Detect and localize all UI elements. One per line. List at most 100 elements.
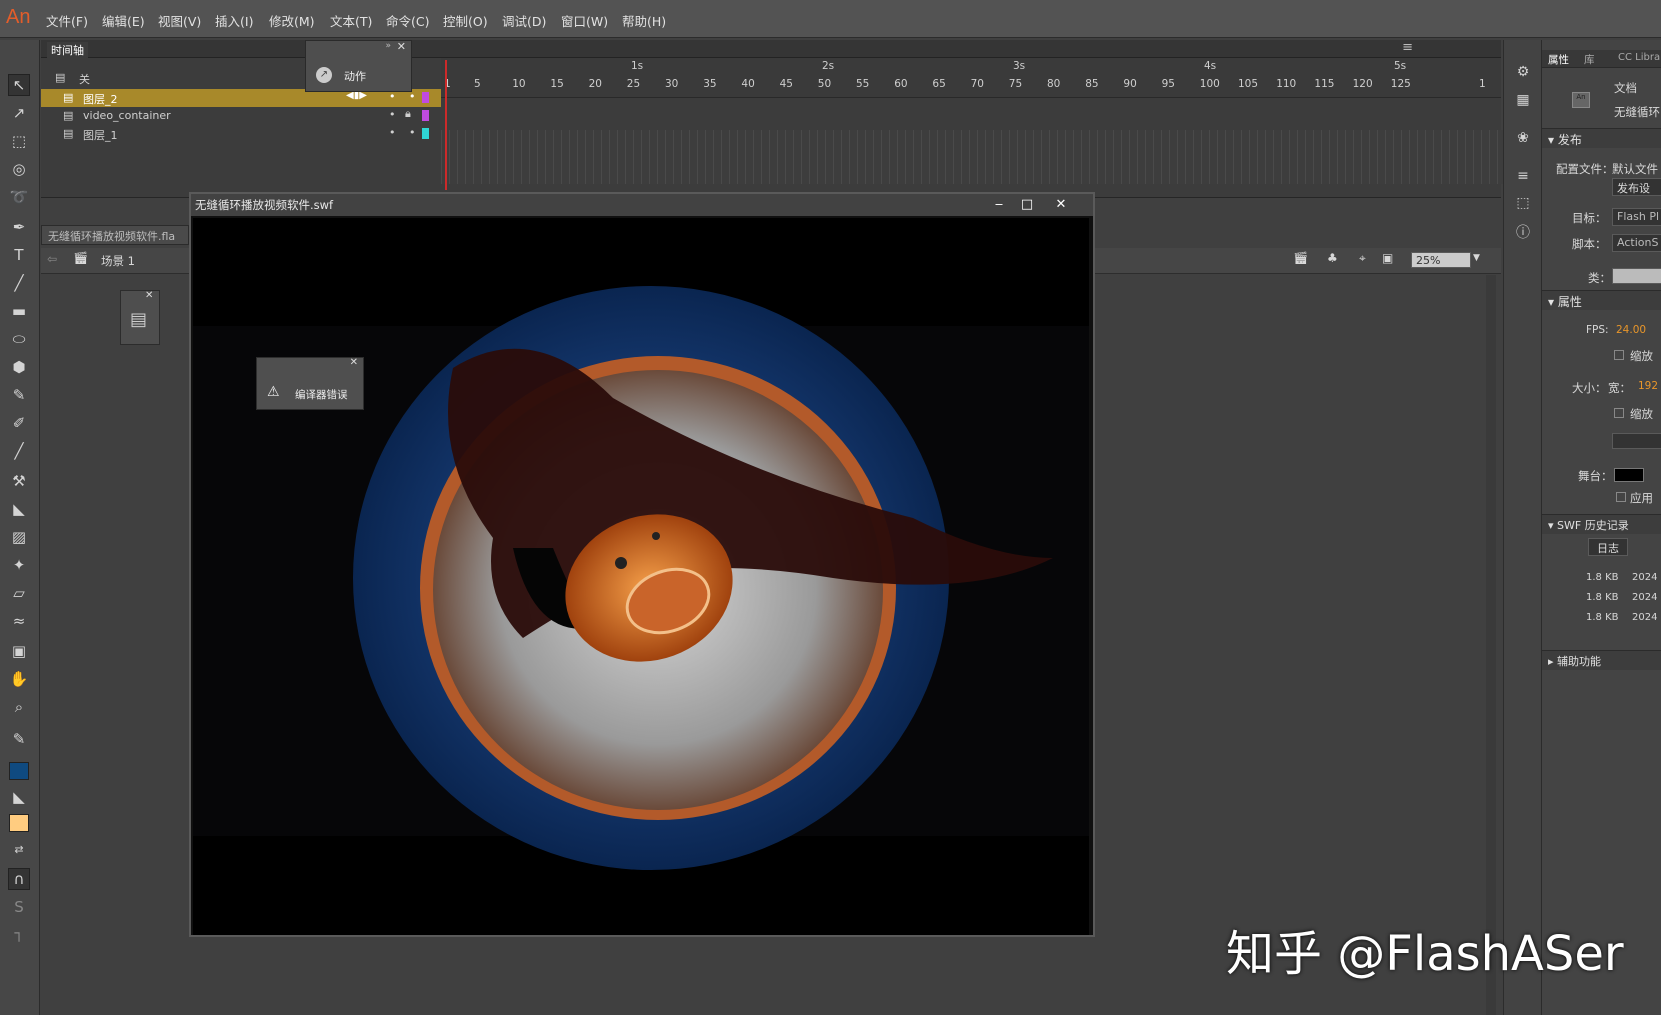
layer-row[interactable]: ▤ 图层_1 • • xyxy=(41,125,441,143)
info-icon[interactable]: ⓘ xyxy=(1513,222,1533,242)
actions-icon[interactable]: ↗ xyxy=(316,67,332,83)
selection-tool-icon[interactable]: ↖ xyxy=(8,74,30,96)
straighten-icon: ┐ xyxy=(14,924,24,942)
motion-presets-icon[interactable]: ⚙ xyxy=(1513,64,1533,84)
hand-tool-icon[interactable]: ✋ xyxy=(8,668,30,690)
tab-library[interactable]: 库 xyxy=(1584,52,1595,67)
vertical-scrollbar[interactable] xyxy=(1486,275,1496,1015)
eraser-tool-icon[interactable]: ▱ xyxy=(8,582,30,604)
visibility-dot-icon[interactable]: • xyxy=(389,126,396,139)
close-icon[interactable]: ✕ xyxy=(145,290,153,301)
menu-insert[interactable]: 插入(I) xyxy=(215,11,253,30)
properties-section-header[interactable]: ▾ 属性 xyxy=(1542,290,1661,310)
bone-tool-icon[interactable]: ⚒ xyxy=(8,470,30,492)
swf-history-section-header[interactable]: ▾ SWF 历史记录 xyxy=(1542,514,1661,534)
frame-grid[interactable] xyxy=(441,130,1521,184)
scale-dropdown[interactable] xyxy=(1612,433,1661,449)
window-titlebar[interactable]: 无缝循环播放视频软件.swf ‒ □ ✕ xyxy=(191,194,1093,216)
menu-commands[interactable]: 命令(C) xyxy=(386,11,429,30)
tab-properties[interactable]: 属性 xyxy=(1548,52,1569,67)
layer-color-swatch[interactable] xyxy=(422,128,429,139)
oval-tool-icon[interactable]: ⬭ xyxy=(8,328,30,350)
center-stage-icon[interactable]: ⌖ xyxy=(1359,251,1366,266)
menu-help[interactable]: 帮助(H) xyxy=(622,11,666,30)
apply-checkbox[interactable] xyxy=(1616,492,1626,502)
panel-menu-icon[interactable]: ≡ xyxy=(1402,40,1413,55)
3d-rotation-tool-icon[interactable]: ◎ xyxy=(8,158,30,180)
subselection-tool-icon[interactable]: ↗ xyxy=(8,102,30,124)
lock-dot-icon[interactable]: • xyxy=(409,126,416,139)
line-tool-icon[interactable]: ╱ xyxy=(8,272,30,294)
output-icon[interactable]: ▤ xyxy=(130,309,147,330)
menu-debug[interactable]: 调试(D) xyxy=(502,11,546,30)
actions-label[interactable]: 动作 xyxy=(344,68,366,84)
compiler-errors-label[interactable]: 编译器错误 xyxy=(295,387,348,402)
maximize-icon[interactable]: □ xyxy=(1013,195,1041,215)
pen-tool-icon[interactable]: ✒ xyxy=(8,216,30,238)
accessibility-section-header[interactable]: ▸ 辅助功能 xyxy=(1542,650,1661,670)
paint-bucket-tool-icon[interactable]: ◣ xyxy=(8,498,30,520)
menu-text[interactable]: 文本(T) xyxy=(330,11,372,30)
scale-checkbox[interactable] xyxy=(1614,350,1624,360)
log-button[interactable]: 日志 xyxy=(1588,538,1628,556)
timeline-tab[interactable]: 时间轴 xyxy=(47,42,88,58)
class-input[interactable] xyxy=(1612,268,1661,284)
timeline-ruler[interactable]: 1s 2s 3s 4s 5s 1 5 10 15 20 25 30 35 40 45 50 55 60 6… xyxy=(441,58,1501,98)
document-tab[interactable]: 无缝循环播放视频软件.fla xyxy=(41,225,189,245)
tab-cc-libraries[interactable]: CC Librar xyxy=(1618,52,1661,63)
width-value[interactable]: 192 xyxy=(1638,380,1658,392)
fps-value[interactable]: 24.00 xyxy=(1616,324,1646,336)
close-icon[interactable]: ✕ xyxy=(350,357,358,368)
back-arrow-icon[interactable]: ⇦ xyxy=(47,252,57,266)
pencil-tool-icon[interactable]: ✎ xyxy=(8,384,30,406)
clip-stage-icon[interactable]: ▣ xyxy=(1382,251,1393,265)
layer-row[interactable]: ▤ video_container • 🔒︎ xyxy=(41,107,441,125)
eyedropper-tool-icon[interactable]: ✦ xyxy=(8,554,30,576)
zoom-tool-icon[interactable]: ⌕ xyxy=(8,696,30,718)
stage-color-swatch[interactable] xyxy=(1614,468,1644,482)
edit-scene-icon[interactable]: 🎬︎ xyxy=(1293,251,1308,265)
edit-symbol-icon[interactable]: ♣ xyxy=(1327,251,1338,265)
publish-settings-button[interactable]: 发布设 xyxy=(1612,178,1661,196)
width-tool-icon[interactable]: ≈ xyxy=(8,610,30,632)
paint-brush-tool-icon[interactable]: ╱ xyxy=(8,440,30,462)
layer-color-swatch[interactable] xyxy=(422,110,429,121)
ink-bottle-tool-icon[interactable]: ▨ xyxy=(8,526,30,548)
fill-color-swatch[interactable] xyxy=(9,814,29,832)
menu-view[interactable]: 视图(V) xyxy=(158,11,201,30)
lock-icon[interactable]: 🔒︎ xyxy=(405,107,411,121)
free-transform-tool-icon[interactable]: ⬚ xyxy=(8,130,30,152)
transform-icon[interactable]: ⬚ xyxy=(1513,195,1533,215)
menu-edit[interactable]: 编辑(E) xyxy=(102,11,145,30)
brush-tool-icon[interactable]: ✐ xyxy=(8,412,30,434)
snap-magnet-icon[interactable]: ∩ xyxy=(8,868,30,890)
publish-section-header[interactable]: ▾ 发布 xyxy=(1542,128,1661,148)
polystar-tool-icon[interactable]: ⬢ xyxy=(8,356,30,378)
menu-window[interactable]: 窗口(W) xyxy=(561,11,608,30)
target-select[interactable]: Flash Pl xyxy=(1612,208,1661,226)
layer-color-swatch[interactable] xyxy=(422,92,429,103)
align-icon[interactable]: ≡ xyxy=(1513,168,1533,188)
playhead[interactable] xyxy=(445,60,447,190)
camera-tool-icon[interactable]: ▣ xyxy=(8,640,30,662)
minimize-icon[interactable]: ‒ xyxy=(985,195,1013,215)
chevron-down-icon[interactable]: ▼ xyxy=(1473,253,1480,263)
close-icon[interactable]: ✕ xyxy=(1047,195,1075,215)
menu-control[interactable]: 控制(O) xyxy=(443,11,488,30)
stroke-color-swatch[interactable] xyxy=(9,762,29,780)
swatches-icon[interactable]: ▦ xyxy=(1513,92,1533,112)
scale-content-checkbox[interactable] xyxy=(1614,408,1624,418)
swap-colors-icon[interactable]: ⇄ xyxy=(8,838,30,860)
lasso-tool-icon[interactable]: ➰ xyxy=(8,186,30,208)
script-select[interactable]: ActionS xyxy=(1612,234,1661,252)
rectangle-tool-icon[interactable]: ▬ xyxy=(8,300,30,322)
visibility-dot-icon[interactable]: • xyxy=(389,108,396,121)
text-tool-icon[interactable]: T xyxy=(8,244,30,266)
menu-modify[interactable]: 修改(M) xyxy=(269,11,315,30)
color-icon[interactable]: ❀ xyxy=(1513,130,1533,150)
warning-icon[interactable]: ⚠ xyxy=(267,384,280,400)
zoom-select[interactable]: 25% xyxy=(1411,252,1471,268)
close-icon[interactable]: ✕ xyxy=(397,40,406,53)
collapse-icon[interactable]: » xyxy=(385,41,391,51)
menu-file[interactable]: 文件(F) xyxy=(46,11,88,30)
